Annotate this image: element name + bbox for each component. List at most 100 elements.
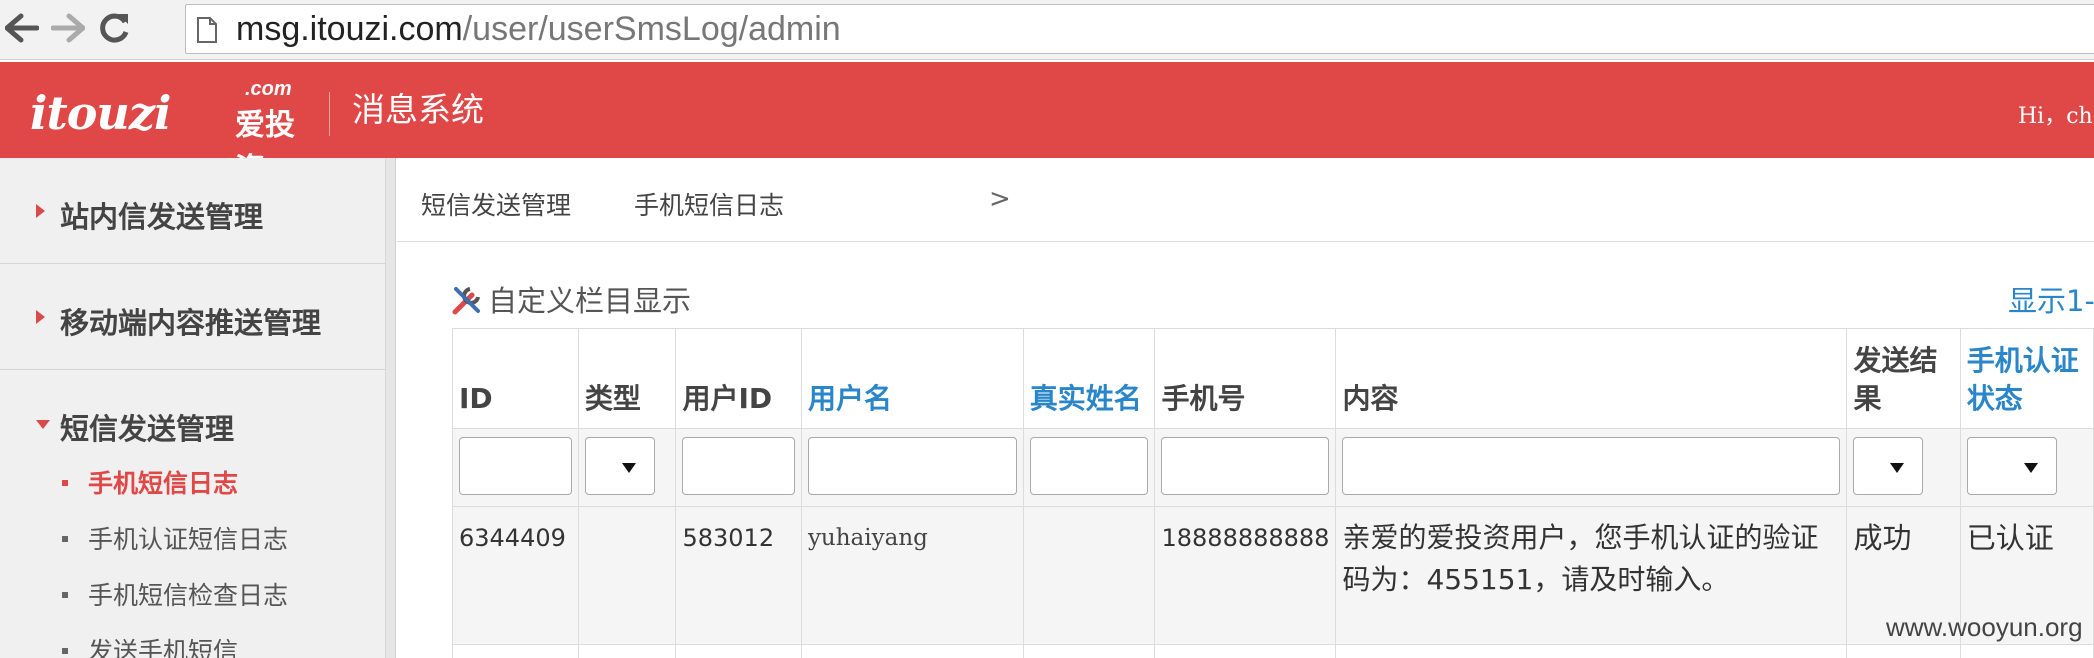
cell-real-name bbox=[1022, 506, 1156, 645]
filter-cell bbox=[675, 428, 802, 507]
filter-cell bbox=[1154, 428, 1337, 507]
column-header-verify-status[interactable]: 手机认证状态 bbox=[1959, 328, 2094, 429]
forward-arrow-icon bbox=[51, 13, 85, 43]
column-header-username[interactable]: 用户名 bbox=[800, 328, 1024, 429]
caret-right-icon bbox=[36, 310, 45, 324]
sidebar: 站内信发送管理 移动端内容推送管理 短信发送管理 手机短信日志 手机认证短信日志… bbox=[0, 158, 386, 658]
sidebar-item-label: 手机认证短信日志 bbox=[88, 525, 289, 554]
filter-id-input[interactable] bbox=[459, 437, 572, 495]
address-bar[interactable]: msg.itouzi.com/user/userSmsLog/admin bbox=[185, 4, 2094, 54]
caret-down-icon bbox=[1890, 463, 1905, 473]
custom-columns-label: 自定义栏目显示 bbox=[488, 284, 692, 318]
breadcrumb-current: 手机短信日志 bbox=[634, 191, 785, 220]
sidebar-section-label: 移动端内容推送管理 bbox=[60, 306, 322, 340]
logo-com: .com bbox=[245, 78, 292, 100]
sidebar-item-sms-log[interactable]: 手机短信日志 bbox=[62, 464, 238, 500]
back-button[interactable] bbox=[0, 6, 44, 50]
cell-empty bbox=[800, 644, 1024, 658]
logo-wordmark: itouzi bbox=[30, 86, 171, 140]
filter-username-input[interactable] bbox=[807, 437, 1017, 495]
reload-button[interactable] bbox=[92, 6, 136, 50]
url-path: /user/userSmsLog/admin bbox=[462, 10, 841, 48]
cell-empty bbox=[452, 644, 579, 658]
filter-row bbox=[452, 428, 2094, 507]
cell-user-id: 583012 bbox=[675, 506, 802, 645]
column-header-type: 类型 bbox=[577, 328, 677, 429]
sidebar-item-label: 发送手机短信 bbox=[88, 637, 239, 658]
cell-phone: 18888888888 bbox=[1154, 506, 1337, 645]
filter-real-name-input[interactable] bbox=[1029, 437, 1149, 495]
page-icon bbox=[197, 17, 217, 43]
sidebar-section-mobile-push[interactable]: 移动端内容推送管理 bbox=[0, 264, 386, 370]
table-row[interactable] bbox=[452, 644, 2094, 658]
cell-empty bbox=[577, 644, 677, 658]
cell-empty bbox=[1846, 644, 1961, 658]
sms-log-table: ID 类型 用户ID 用户名 真实姓名 手机号 内容 发送结果 手机认证状态 6… bbox=[452, 328, 2094, 658]
tools-icon bbox=[452, 287, 480, 315]
watermark: www.wooyun.org bbox=[1886, 612, 2083, 642]
bullet-icon bbox=[62, 480, 68, 486]
column-header-result: 发送结果 bbox=[1846, 328, 1961, 429]
sidebar-item-send-sms[interactable]: 发送手机短信 bbox=[62, 632, 238, 658]
caret-right-icon bbox=[36, 204, 45, 218]
table-header-row: ID 类型 用户ID 用户名 真实姓名 手机号 内容 发送结果 手机认证状态 bbox=[452, 328, 2094, 429]
column-header-content: 内容 bbox=[1335, 328, 1848, 429]
cell-id: 6344409 bbox=[452, 506, 579, 645]
bullet-icon bbox=[62, 592, 68, 598]
url-text: msg.itouzi.com/user/userSmsLog/admin bbox=[236, 11, 841, 47]
filter-phone-input[interactable] bbox=[1161, 437, 1330, 495]
filter-cell bbox=[1022, 428, 1156, 507]
sidebar-section-sms[interactable]: 短信发送管理 手机短信日志 手机认证短信日志 手机短信检查日志 发送手机短信 bbox=[0, 370, 386, 658]
cell-empty bbox=[1154, 644, 1337, 658]
filter-content-input[interactable] bbox=[1342, 437, 1841, 495]
caret-down-icon bbox=[36, 420, 50, 429]
column-header-id: ID bbox=[452, 328, 579, 429]
filter-cell bbox=[1846, 428, 1961, 507]
cell-empty bbox=[1335, 644, 1848, 658]
sidebar-section-label: 站内信发送管理 bbox=[60, 200, 264, 234]
url-host: msg.itouzi.com bbox=[236, 10, 463, 48]
cell-empty bbox=[675, 644, 802, 658]
cell-type bbox=[577, 506, 677, 645]
sidebar-item-sms-check-log[interactable]: 手机短信检查日志 bbox=[62, 576, 288, 612]
breadcrumb-separator: > bbox=[989, 184, 1011, 214]
cell-empty bbox=[1959, 644, 2094, 658]
cell-username: yuhaiyang bbox=[800, 506, 1024, 645]
column-header-user-id: 用户ID bbox=[675, 328, 802, 429]
table-row[interactable]: 6344409 583012 yuhaiyang 18888888888 亲爱的… bbox=[452, 506, 2094, 645]
filter-cell bbox=[1335, 428, 1848, 507]
header-divider bbox=[329, 92, 330, 136]
sidebar-item-label: 手机短信日志 bbox=[88, 469, 239, 498]
sidebar-item-verify-sms-log[interactable]: 手机认证短信日志 bbox=[62, 520, 288, 556]
app-header: itouzi .com 爱投资 消息系统 Hi，ch bbox=[0, 62, 2094, 187]
caret-down-icon bbox=[2023, 463, 2038, 473]
bullet-icon bbox=[62, 536, 68, 542]
filter-cell bbox=[1959, 428, 2094, 507]
custom-columns-link[interactable]: 自定义栏目显示 bbox=[450, 278, 691, 320]
sidebar-gutter bbox=[386, 158, 396, 658]
filter-verify-status-select[interactable] bbox=[1966, 437, 2057, 495]
user-greeting[interactable]: Hi，ch bbox=[2018, 98, 2093, 130]
filter-result-select[interactable] bbox=[1853, 437, 1924, 495]
caret-down-icon bbox=[621, 463, 636, 473]
breadcrumb: 短信发送管理 > 手机短信日志 bbox=[397, 158, 2094, 242]
sidebar-section-label: 短信发送管理 bbox=[60, 412, 235, 446]
pagination-summary: 显示1- bbox=[2008, 284, 2094, 318]
filter-cell bbox=[577, 428, 677, 507]
site-logo[interactable]: itouzi .com 爱投资 bbox=[30, 78, 320, 187]
bullet-icon bbox=[62, 648, 68, 654]
cell-empty bbox=[1022, 644, 1156, 658]
filter-type-select[interactable] bbox=[584, 437, 655, 495]
back-arrow-icon bbox=[5, 13, 39, 43]
cell-content: 亲爱的爱投资用户，您手机认证的验证码为：455151，请及时输入。 bbox=[1335, 506, 1848, 645]
column-header-real-name[interactable]: 真实姓名 bbox=[1022, 328, 1156, 429]
forward-button[interactable] bbox=[46, 6, 90, 50]
filter-cell bbox=[800, 428, 1024, 507]
column-header-phone: 手机号 bbox=[1154, 328, 1337, 429]
reload-icon bbox=[100, 13, 129, 43]
breadcrumb-parent[interactable]: 短信发送管理 bbox=[421, 186, 571, 222]
filter-cell bbox=[452, 428, 579, 507]
sidebar-section-site-message[interactable]: 站内信发送管理 bbox=[0, 158, 386, 264]
sidebar-item-label: 手机短信检查日志 bbox=[88, 581, 289, 610]
filter-user-id-input[interactable] bbox=[682, 437, 795, 495]
